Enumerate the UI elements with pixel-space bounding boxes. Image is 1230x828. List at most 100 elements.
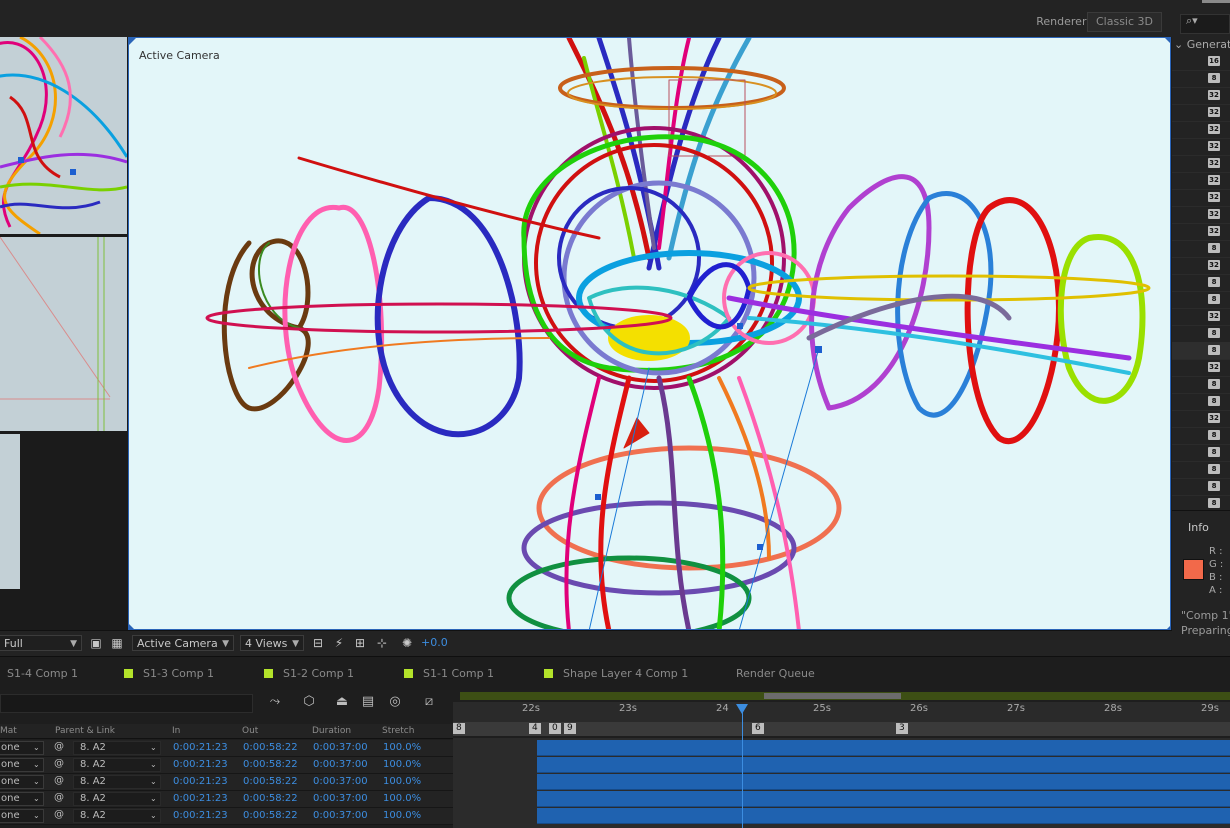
stretch-value[interactable]: 100.0% (383, 776, 421, 788)
effects-list-item[interactable]: 32 (1172, 189, 1230, 207)
layer-row[interactable]: one ⌄ @8. A2 ⌄ 0:00:21:23 0:00:58:22 0:00:37:0… (0, 774, 453, 791)
tab-s1-3-comp-1[interactable]: S1-3 Comp 1 (124, 667, 214, 680)
stretch-value[interactable]: 100.0% (383, 793, 421, 805)
tab-s1-4-comp-1[interactable]: S1-4 Comp 1 (7, 667, 78, 680)
resolution-select[interactable]: Full ▼ (0, 635, 82, 651)
out-point-value[interactable]: 0:00:58:22 (243, 810, 298, 822)
composition-marker[interactable]: 6 (752, 723, 764, 734)
time-ruler[interactable]: 22s 23s 24 25s 26s 27s 28s 29s (453, 702, 1230, 722)
info-panel-title[interactable]: Info (1188, 521, 1209, 534)
tab-render-queue[interactable]: Render Queue (736, 667, 815, 680)
duration-value[interactable]: 0:00:37:00 (313, 759, 368, 771)
transparency-grid-icon[interactable]: ▦ (110, 636, 124, 650)
effects-list-item[interactable]: 8 (1172, 70, 1230, 88)
in-point-value[interactable]: 0:00:21:23 (173, 776, 228, 788)
current-time-indicator-handle[interactable] (736, 704, 748, 714)
duration-value[interactable]: 0:00:37:00 (313, 810, 368, 822)
views-layout-select[interactable]: 4 Views ▼ (240, 635, 304, 651)
effects-list-item[interactable]: 8 (1172, 393, 1230, 411)
pick-whip-icon[interactable]: @ (54, 809, 64, 821)
exposure-value[interactable]: +0.0 (421, 636, 448, 649)
effects-list-item[interactable]: 32 (1172, 104, 1230, 122)
effects-list-item[interactable]: 32 (1172, 206, 1230, 224)
parent-select[interactable]: 8. A2 ⌄ (73, 758, 161, 772)
layer-duration-bar[interactable] (537, 757, 1230, 773)
region-of-interest-icon[interactable]: ▣ (89, 636, 103, 650)
effects-list-item[interactable]: 32 (1172, 308, 1230, 326)
layer-row[interactable]: one ⌄ @8. A2 ⌄ 0:00:21:23 0:00:58:22 0:00:37:0… (0, 757, 453, 774)
stretch-value[interactable]: 100.0% (383, 810, 421, 822)
secondary-view-bottom[interactable] (0, 434, 20, 589)
effects-list-item[interactable]: 8 (1172, 478, 1230, 496)
renderer-button[interactable]: Classic 3D (1086, 12, 1162, 32)
effects-list-item[interactable]: 8 (1172, 291, 1230, 309)
flowchart-icon[interactable]: ⊹ (375, 636, 389, 650)
effects-list-item[interactable]: 32 (1172, 138, 1230, 156)
composition-viewer[interactable]: Active Camera (128, 37, 1171, 630)
column-header-out[interactable]: Out (242, 724, 258, 738)
effects-list-item[interactable]: 32 (1172, 172, 1230, 190)
effects-list-item[interactable]: 8 (1172, 427, 1230, 445)
parent-select[interactable]: 8. A2 ⌄ (73, 792, 161, 806)
out-point-value[interactable]: 0:00:58:22 (243, 776, 298, 788)
layer-duration-bar[interactable] (537, 740, 1230, 756)
layer-duration-bar[interactable] (537, 791, 1230, 807)
current-time-indicator-line[interactable] (742, 704, 743, 828)
track-matte-select[interactable]: one ⌄ (0, 809, 44, 823)
pick-whip-icon[interactable]: @ (54, 792, 64, 804)
pick-whip-icon[interactable]: @ (54, 775, 64, 787)
column-header-in[interactable]: In (172, 724, 180, 738)
tab-s1-1-comp-1[interactable]: S1-1 Comp 1 (404, 667, 494, 680)
duration-value[interactable]: 0:00:37:00 (313, 793, 368, 805)
toggle-pixel-aspect-icon[interactable]: ⊟ (311, 636, 325, 650)
tab-shape-layer-4-comp-1[interactable]: Shape Layer 4 Comp 1 (544, 667, 688, 680)
column-header-mat[interactable]: Mat (0, 724, 17, 738)
in-point-value[interactable]: 0:00:21:23 (173, 810, 228, 822)
effects-list-item[interactable]: 32 (1172, 223, 1230, 241)
camera-view-select[interactable]: Active Camera ▼ (132, 635, 234, 651)
composition-marker[interactable]: 0 (549, 723, 561, 734)
reset-exposure-icon[interactable]: ✺ (400, 636, 414, 650)
effects-list-item[interactable]: 8 (1172, 240, 1230, 258)
in-point-value[interactable]: 0:00:21:23 (173, 742, 228, 754)
effects-list-item[interactable]: 32 (1172, 359, 1230, 377)
layer-row[interactable]: one ⌄ @8. A2 ⌄ 0:00:21:23 0:00:58:22 0:00:37:0… (0, 791, 453, 808)
tab-s1-2-comp-1[interactable]: S1-2 Comp 1 (264, 667, 354, 680)
layer-row[interactable]: one ⌄ @8. A2 ⌄ 0:00:21:23 0:00:58:22 0:00:37:0… (0, 740, 453, 757)
effects-list-item[interactable]: 16 (1172, 53, 1230, 71)
effects-list-item[interactable]: 32 (1172, 121, 1230, 139)
column-header-duration[interactable]: Duration (312, 724, 351, 738)
effects-list-item[interactable]: 32 (1172, 257, 1230, 275)
effects-list-item[interactable]: 8 (1172, 274, 1230, 292)
frame-blending-icon[interactable]: ▤ (360, 694, 376, 710)
layer-row[interactable]: one ⌄ @8. A2 ⌄ 0:00:21:23 0:00:58:22 0:00:37:0… (0, 808, 453, 825)
composition-marker[interactable]: 8 (453, 723, 465, 734)
duration-value[interactable]: 0:00:37:00 (313, 742, 368, 754)
track-matte-select[interactable]: one ⌄ (0, 758, 44, 772)
fast-previews-icon[interactable]: ⚡ (332, 636, 346, 650)
layer-duration-bar[interactable] (537, 774, 1230, 790)
track-matte-select[interactable]: one ⌄ (0, 792, 44, 806)
parent-select[interactable]: 8. A2 ⌄ (73, 741, 161, 755)
effects-list-item[interactable]: 8 (1172, 461, 1230, 479)
effects-group-header[interactable]: ⌄ Generat (1174, 38, 1230, 51)
parent-select[interactable]: 8. A2 ⌄ (73, 809, 161, 823)
pick-whip-icon[interactable]: @ (54, 758, 64, 770)
stretch-value[interactable]: 100.0% (383, 742, 421, 754)
out-point-value[interactable]: 0:00:58:22 (243, 793, 298, 805)
out-point-value[interactable]: 0:00:58:22 (243, 742, 298, 754)
secondary-view-top[interactable] (0, 37, 127, 234)
column-header-stretch[interactable]: Stretch (382, 724, 414, 738)
duration-value[interactable]: 0:00:37:00 (313, 776, 368, 788)
effects-list-item[interactable]: 8 (1172, 342, 1230, 360)
stretch-value[interactable]: 100.0% (383, 759, 421, 771)
layer-duration-bar[interactable] (537, 808, 1230, 824)
effects-list-item[interactable]: 8 (1172, 376, 1230, 394)
motion-blur-icon[interactable]: ◎ (387, 694, 403, 710)
work-area-range[interactable] (764, 693, 901, 699)
effects-list-item[interactable]: 8 (1172, 325, 1230, 343)
graph-editor-icon[interactable]: ⧄ (421, 694, 437, 710)
composition-marker[interactable]: 3 (896, 723, 908, 734)
effects-list-item[interactable]: 32 (1172, 410, 1230, 428)
out-point-value[interactable]: 0:00:58:22 (243, 759, 298, 771)
